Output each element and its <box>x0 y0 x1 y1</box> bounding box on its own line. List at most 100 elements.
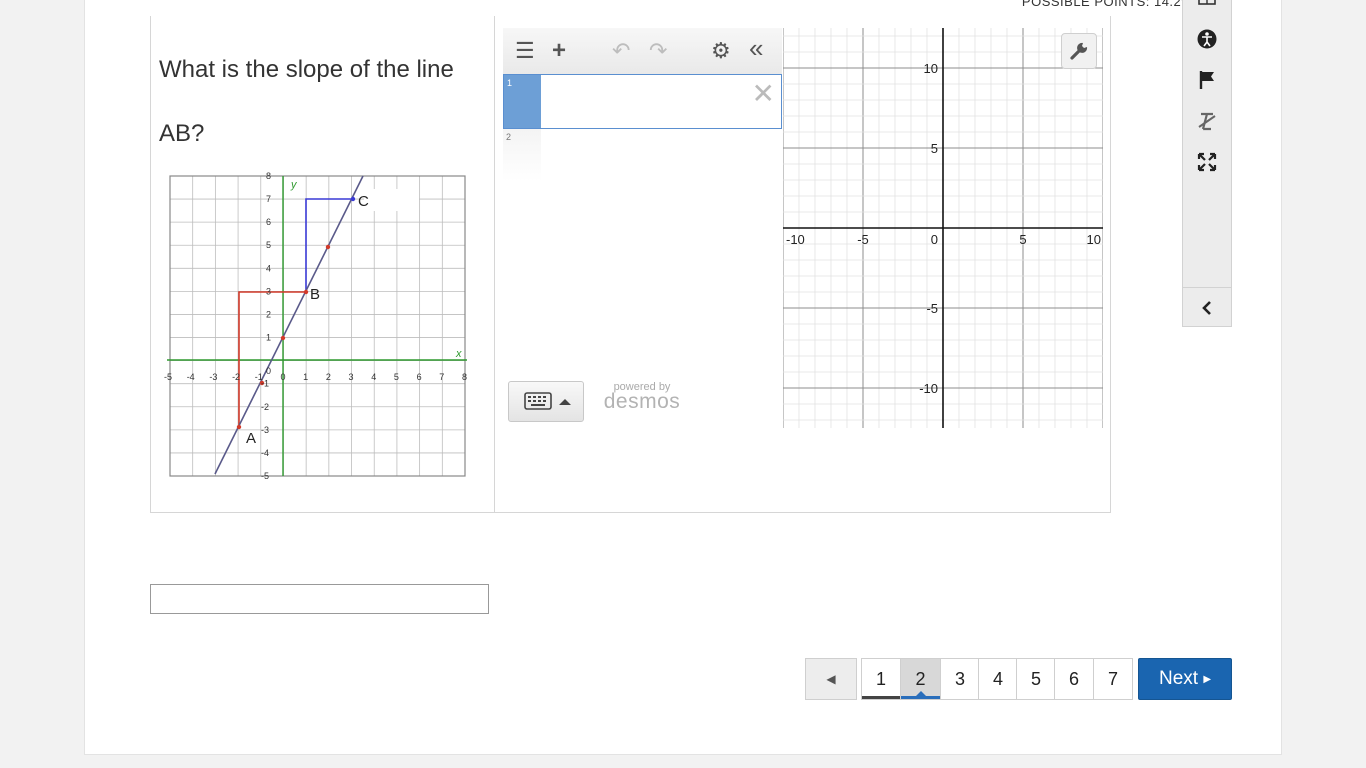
figure-y-tick-label: 5 <box>266 240 271 250</box>
figure-x-tick-label: 0 <box>280 372 285 382</box>
figure-y-tick-label: -5 <box>261 471 269 481</box>
question-line-2: AB? <box>159 120 205 147</box>
graph-y-tick-label: -5 <box>926 301 938 316</box>
figure-grid <box>169 175 466 477</box>
page-underline <box>862 696 900 699</box>
expression-number: 1 <box>507 78 513 88</box>
powered-by-desmos: powered by desmos <box>602 381 682 414</box>
figure-y-tick-label: 6 <box>266 217 271 227</box>
page-number: 7 <box>1107 669 1118 689</box>
graph-canvas: -10 -5 0 5 10 10 5 -5 -10 <box>782 28 1104 428</box>
menu-icon[interactable]: ☰ <box>515 40 535 62</box>
undo-icon[interactable]: ↶ <box>612 40 630 62</box>
question-figure: A B C x y -5 -4 -3 -2 -1 0 1 2 3 4 5 6 7 8 8 7 6 5 4 3 2 1 -1… <box>164 171 467 481</box>
figure-y-ticks: 8 7 6 5 4 3 2 1 -1 -2 -3 -4 -5 0 <box>261 171 271 481</box>
sidebar-divider <box>1183 287 1231 288</box>
page-button-2[interactable]: 2 <box>900 658 941 700</box>
figure-y-tick-label: -1 <box>261 379 269 389</box>
graph-settings-button[interactable] <box>1061 33 1097 69</box>
page-button-4[interactable]: 4 <box>978 658 1018 700</box>
previous-page-button[interactable]: ◀ <box>805 658 857 700</box>
calculator-toolbar: ☰ + ↶ ↷ ⚙ « <box>503 28 782 75</box>
desmos-logo: desmos <box>603 390 681 413</box>
figure-x-tick-label: -5 <box>164 372 172 382</box>
figure-border <box>169 175 466 477</box>
desmos-calculator: ☰ + ↶ ↷ ⚙ « 1 ✕ 2 powered by desmos <box>503 28 783 428</box>
redo-icon[interactable]: ↷ <box>649 40 667 62</box>
delete-expression-icon[interactable]: ✕ <box>752 77 775 110</box>
figure-y-tick-label: 1 <box>266 333 271 343</box>
figure-x-tick-label: 1 <box>303 372 308 382</box>
figure-x-tick-label: 5 <box>394 372 399 382</box>
page-number: 4 <box>992 669 1003 689</box>
tool-sidebar <box>1182 0 1232 327</box>
figure-x-tick-label: 3 <box>349 372 354 382</box>
point-b-dot <box>303 289 309 295</box>
figure-x-tick-label: 8 <box>462 372 467 382</box>
graph-y-tick-label: 5 <box>931 141 938 156</box>
page-number: 3 <box>954 669 965 689</box>
figure-y-label: y <box>290 179 298 191</box>
point-c-label: C <box>358 193 369 210</box>
figure-x-tick-label: -4 <box>187 372 195 382</box>
figure-x-tick-label: -3 <box>209 372 217 382</box>
figure-x-ticks: -5 -4 -3 -2 -1 0 1 2 3 4 5 6 7 8 <box>164 372 467 382</box>
figure-origin-label: 0 <box>266 366 271 376</box>
figure-x-label: x <box>455 348 462 360</box>
graph-x-tick-label: 5 <box>1019 232 1026 247</box>
flag-icon[interactable] <box>1196 69 1218 91</box>
figure-y-tick-label: 7 <box>266 194 271 204</box>
figure-x-tick-label: 4 <box>371 372 376 382</box>
y-intercept-dot <box>280 335 286 341</box>
graph-x-tick-label: 10 <box>1087 232 1101 247</box>
next-arrow-icon: ▶ <box>1203 674 1212 685</box>
wrench-icon <box>1070 42 1088 60</box>
strikethrough-icon[interactable] <box>1196 110 1218 132</box>
expand-icon[interactable] <box>1196 151 1218 173</box>
question-column: What is the slope of the line AB? A B C … <box>151 16 495 512</box>
chevron-left-icon[interactable] <box>1196 297 1218 319</box>
figure-x-tick-label: -2 <box>232 372 240 382</box>
point-a-dot <box>236 424 242 430</box>
table-icon[interactable] <box>1196 0 1218 13</box>
keyboard-toggle-button[interactable] <box>508 381 584 422</box>
graph-x-tick-label: 0 <box>931 232 938 247</box>
figure-y-tick-label: -4 <box>261 448 269 458</box>
line-ab <box>214 175 364 475</box>
page-number: 1 <box>875 669 886 689</box>
label-mask <box>364 189 419 211</box>
page-button-1[interactable]: 1 <box>861 658 901 700</box>
graph-x-tick-label: -5 <box>857 232 869 247</box>
page-number: 2 <box>915 669 926 689</box>
page-number: 6 <box>1068 669 1079 689</box>
expression-row-1[interactable]: 1 ✕ <box>503 74 782 129</box>
add-expression-icon[interactable]: + <box>552 39 566 63</box>
current-page-indicator <box>915 691 926 696</box>
question-panel: What is the slope of the line AB? A B C … <box>150 16 1111 513</box>
question-text: What is the slope of the line AB? <box>159 38 479 166</box>
point-a-label: A <box>246 430 256 447</box>
figure-y-tick-label: -3 <box>261 425 269 435</box>
page-button-3[interactable]: 3 <box>940 658 980 700</box>
point-b-label: B <box>310 286 320 303</box>
settings-gear-icon[interactable]: ⚙ <box>711 40 731 62</box>
page-button-5[interactable]: 5 <box>1016 658 1056 700</box>
page-number: 5 <box>1030 669 1041 689</box>
expression-number: 2 <box>506 132 512 142</box>
graph-y-tick-label: -10 <box>919 381 938 396</box>
answer-input[interactable] <box>150 584 489 614</box>
possible-points: POSSIBLE POINTS: 14.29 <box>1021 0 1189 9</box>
figure-y-tick-label: 3 <box>266 286 271 296</box>
page-button-7[interactable]: 7 <box>1093 658 1133 700</box>
graph-y-tick-label: 10 <box>924 61 938 76</box>
figure-x-tick-label: 7 <box>439 372 444 382</box>
figure-y-tick-label: -2 <box>261 402 269 412</box>
figure-y-tick-label: 8 <box>266 171 271 181</box>
figure-y-tick-label: 4 <box>266 263 271 273</box>
collapse-list-icon[interactable]: « <box>749 35 763 61</box>
expression-row-2[interactable]: 2 <box>503 129 541 181</box>
next-button[interactable]: Next ▶ <box>1138 658 1232 700</box>
page-button-6[interactable]: 6 <box>1054 658 1094 700</box>
accessibility-icon[interactable] <box>1196 28 1218 50</box>
graph-paper[interactable]: -10 -5 0 5 10 10 5 -5 -10 <box>782 28 1104 428</box>
